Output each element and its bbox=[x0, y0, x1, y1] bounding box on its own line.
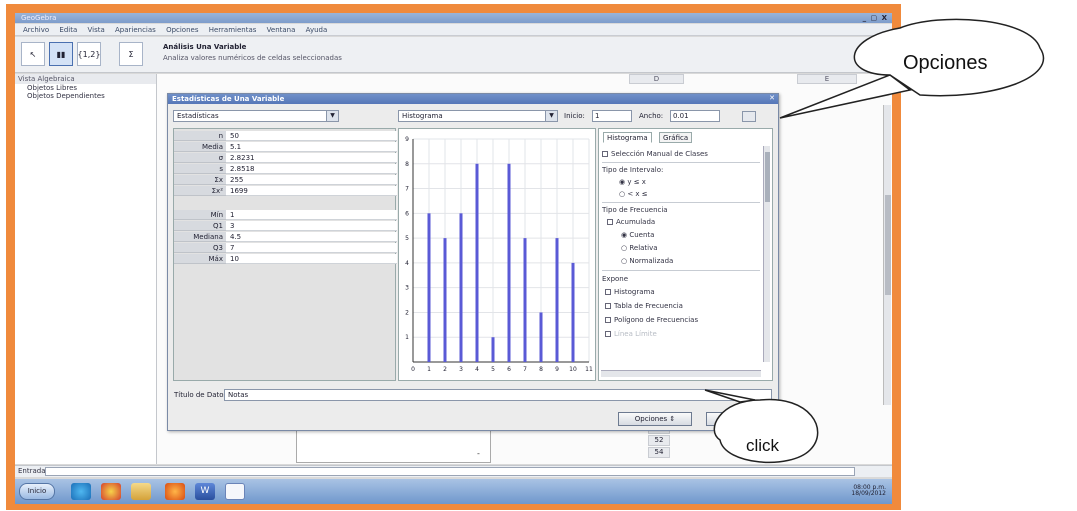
opciones-callout-text: Opciones bbox=[903, 52, 988, 74]
callout-layer bbox=[704, 18, 1045, 463]
click-callout-text: click bbox=[746, 436, 780, 455]
